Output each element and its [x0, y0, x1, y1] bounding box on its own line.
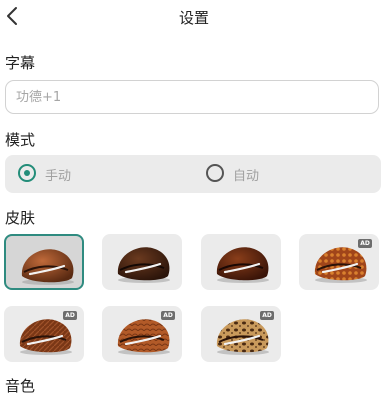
subtitle-section-label: 字幕: [5, 54, 36, 72]
wooden-fish-icon: [216, 247, 269, 283]
ad-badge: AD: [260, 311, 274, 320]
subtitle-input[interactable]: [5, 80, 379, 114]
skin-option-classic-brown[interactable]: [4, 234, 84, 290]
skin-section-label: 皮肤: [5, 209, 36, 227]
skin-option-mahogany[interactable]: [201, 234, 281, 290]
radio-auto-label: 自动: [233, 169, 260, 184]
radio-checked-icon: [18, 164, 36, 182]
ad-badge: AD: [358, 239, 372, 248]
radio-unchecked-icon: [206, 164, 224, 182]
wooden-fish-icon: [21, 249, 74, 285]
skin-option-scaled-amber[interactable]: AD: [102, 306, 182, 362]
skin-option-woven-brown[interactable]: AD: [4, 306, 84, 362]
skin-option-dark-wood[interactable]: [102, 234, 182, 290]
mode-selector: 手动 自动: [5, 155, 381, 193]
wooden-fish-icon: [117, 247, 170, 283]
page-title: 设置: [178, 9, 209, 27]
skin-option-orange-pattern[interactable]: AD: [299, 234, 379, 290]
mode-section-label: 模式: [5, 131, 36, 149]
skin-option-leopard[interactable]: AD: [201, 306, 281, 362]
radio-manual-label: 手动: [45, 169, 72, 184]
header-bar: 设置: [0, 0, 388, 36]
sound-section-label: 音色: [5, 377, 36, 395]
ad-badge: AD: [63, 311, 77, 320]
ad-badge: AD: [161, 311, 175, 320]
